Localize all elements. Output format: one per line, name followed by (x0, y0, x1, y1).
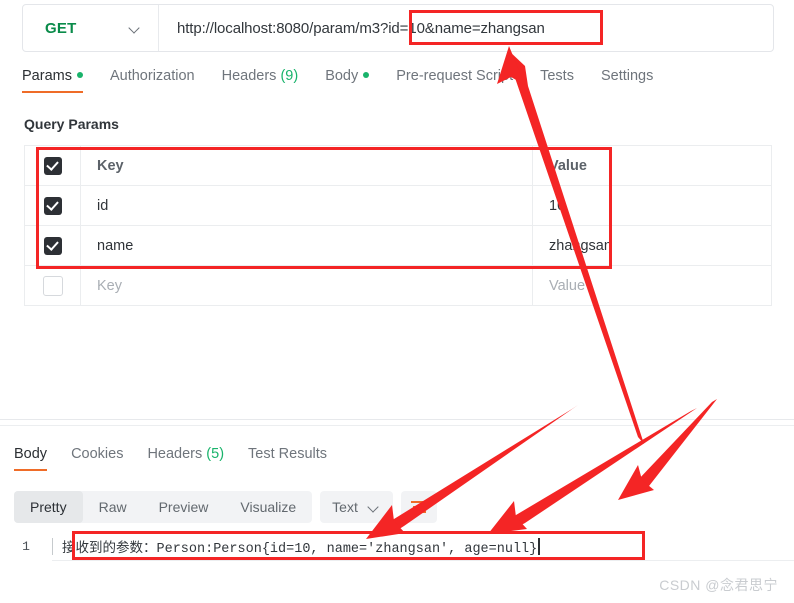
param-key-input[interactable]: name (81, 226, 533, 265)
column-header-value: Value (549, 157, 587, 174)
arrow-far-right-to-response-end (618, 399, 717, 500)
checkbox-unchecked-icon[interactable] (42, 275, 63, 296)
tab-body[interactable]: Body (325, 68, 370, 93)
response-view-mode-group: Pretty Raw Preview Visualize (14, 491, 313, 523)
postman-window: GET http://localhost:8080/param/m3?id=10… (0, 0, 794, 603)
checkbox-checked-icon[interactable] (43, 156, 62, 175)
response-format-select[interactable]: Text (320, 491, 393, 523)
param-key-input-empty[interactable]: Key (81, 266, 533, 305)
tab-headers[interactable]: Headers (9) (222, 68, 299, 93)
response-tab-body-label: Body (14, 446, 48, 462)
tab-settings[interactable]: Settings (601, 68, 653, 93)
tab-headers-label: Headers (221, 68, 277, 84)
unsaved-dot-icon (76, 72, 83, 79)
request-tabs: Params Authorization Headers (9) Body Pr… (22, 68, 772, 102)
chevron-down-icon (368, 501, 381, 514)
view-mode-raw[interactable]: Raw (83, 491, 143, 523)
response-body-viewer: 1 接收到的参数：Person:Person{id=10, name='zhan… (0, 530, 794, 562)
http-method-select[interactable]: GET (23, 5, 159, 51)
response-tabs: Body Cookies Headers (5) Test Results (14, 446, 351, 471)
tab-params[interactable]: Params (22, 68, 83, 93)
csdn-watermark: CSDN @念君思宁 (659, 577, 778, 593)
unsaved-dot-icon (363, 72, 370, 79)
param-value-input[interactable]: zhangsan (533, 226, 771, 265)
response-tab-headers[interactable]: Headers (5) (147, 446, 224, 471)
tab-settings-label: Settings (600, 68, 654, 84)
table-header-row: Key Value (25, 146, 771, 186)
row-checkbox-cell[interactable] (25, 186, 81, 225)
fold-guide-icon (52, 537, 53, 555)
response-tab-cookies[interactable]: Cookies (71, 446, 123, 471)
view-mode-preview[interactable]: Preview (143, 491, 225, 523)
tab-headers-count: (9) (280, 68, 299, 84)
response-pane-divider-2 (0, 425, 794, 426)
query-params-title: Query Params (24, 116, 119, 132)
param-key-input[interactable]: id (81, 186, 533, 225)
code-line-underline (52, 560, 794, 561)
chevron-down-icon (129, 22, 142, 35)
column-header-key: Key (81, 146, 533, 185)
checkbox-checked-icon[interactable] (43, 236, 62, 255)
line-number: 1 (22, 538, 30, 554)
query-params-table: Key Value id 10 name zhangsan Key Value (24, 145, 772, 306)
tab-authorization[interactable]: Authorization (110, 68, 195, 93)
response-tab-test-results-label: Test Results (248, 446, 328, 462)
text-caret (538, 537, 540, 555)
tab-body-label: Body (325, 68, 359, 84)
response-body-content: 接收到的参数：Person:Person{id=10, name='zhangs… (62, 541, 538, 557)
http-method-label: GET (45, 19, 77, 37)
response-tab-body[interactable]: Body (14, 446, 48, 471)
response-tab-test-results[interactable]: Test Results (248, 446, 327, 471)
response-pane-divider (0, 419, 794, 420)
response-tab-cookies-label: Cookies (71, 446, 124, 462)
request-url-bar: GET http://localhost:8080/param/m3?id=10… (22, 4, 774, 52)
table-row: name zhangsan (25, 226, 771, 266)
url-input[interactable]: http://localhost:8080/param/m3?id=10&nam… (159, 5, 773, 51)
param-value-input[interactable]: 10 (533, 186, 771, 225)
response-view-toolbar: Pretty Raw Preview Visualize Text (14, 491, 437, 523)
select-all-checkbox-cell[interactable] (25, 146, 81, 185)
response-format-label: Text (332, 499, 358, 515)
response-body-text[interactable]: 接收到的参数：Person:Person{id=10, name='zhangs… (52, 536, 794, 557)
arrow-upperright-to-response-mid (488, 408, 697, 534)
table-row-empty: Key Value (25, 266, 771, 306)
response-tab-headers-label: Headers (147, 446, 203, 462)
response-tab-headers-count: (5) (206, 446, 225, 462)
table-row: id 10 (25, 186, 771, 226)
tab-tests-label: Tests (540, 68, 574, 84)
view-mode-pretty[interactable]: Pretty (14, 491, 83, 523)
tab-params-label: Params (22, 68, 72, 84)
row-checkbox-cell[interactable] (25, 226, 81, 265)
tab-pre-request-script[interactable]: Pre-request Script (396, 68, 513, 93)
tab-tests[interactable]: Tests (540, 68, 574, 93)
row-checkbox-cell[interactable] (25, 266, 81, 305)
tab-pre-request-script-label: Pre-request Script (396, 68, 514, 84)
tab-authorization-label: Authorization (109, 68, 195, 84)
text-wrap-icon[interactable] (400, 491, 437, 523)
param-value-input-empty[interactable]: Value (533, 266, 771, 305)
checkbox-checked-icon[interactable] (43, 196, 62, 215)
view-mode-visualize[interactable]: Visualize (224, 491, 312, 523)
